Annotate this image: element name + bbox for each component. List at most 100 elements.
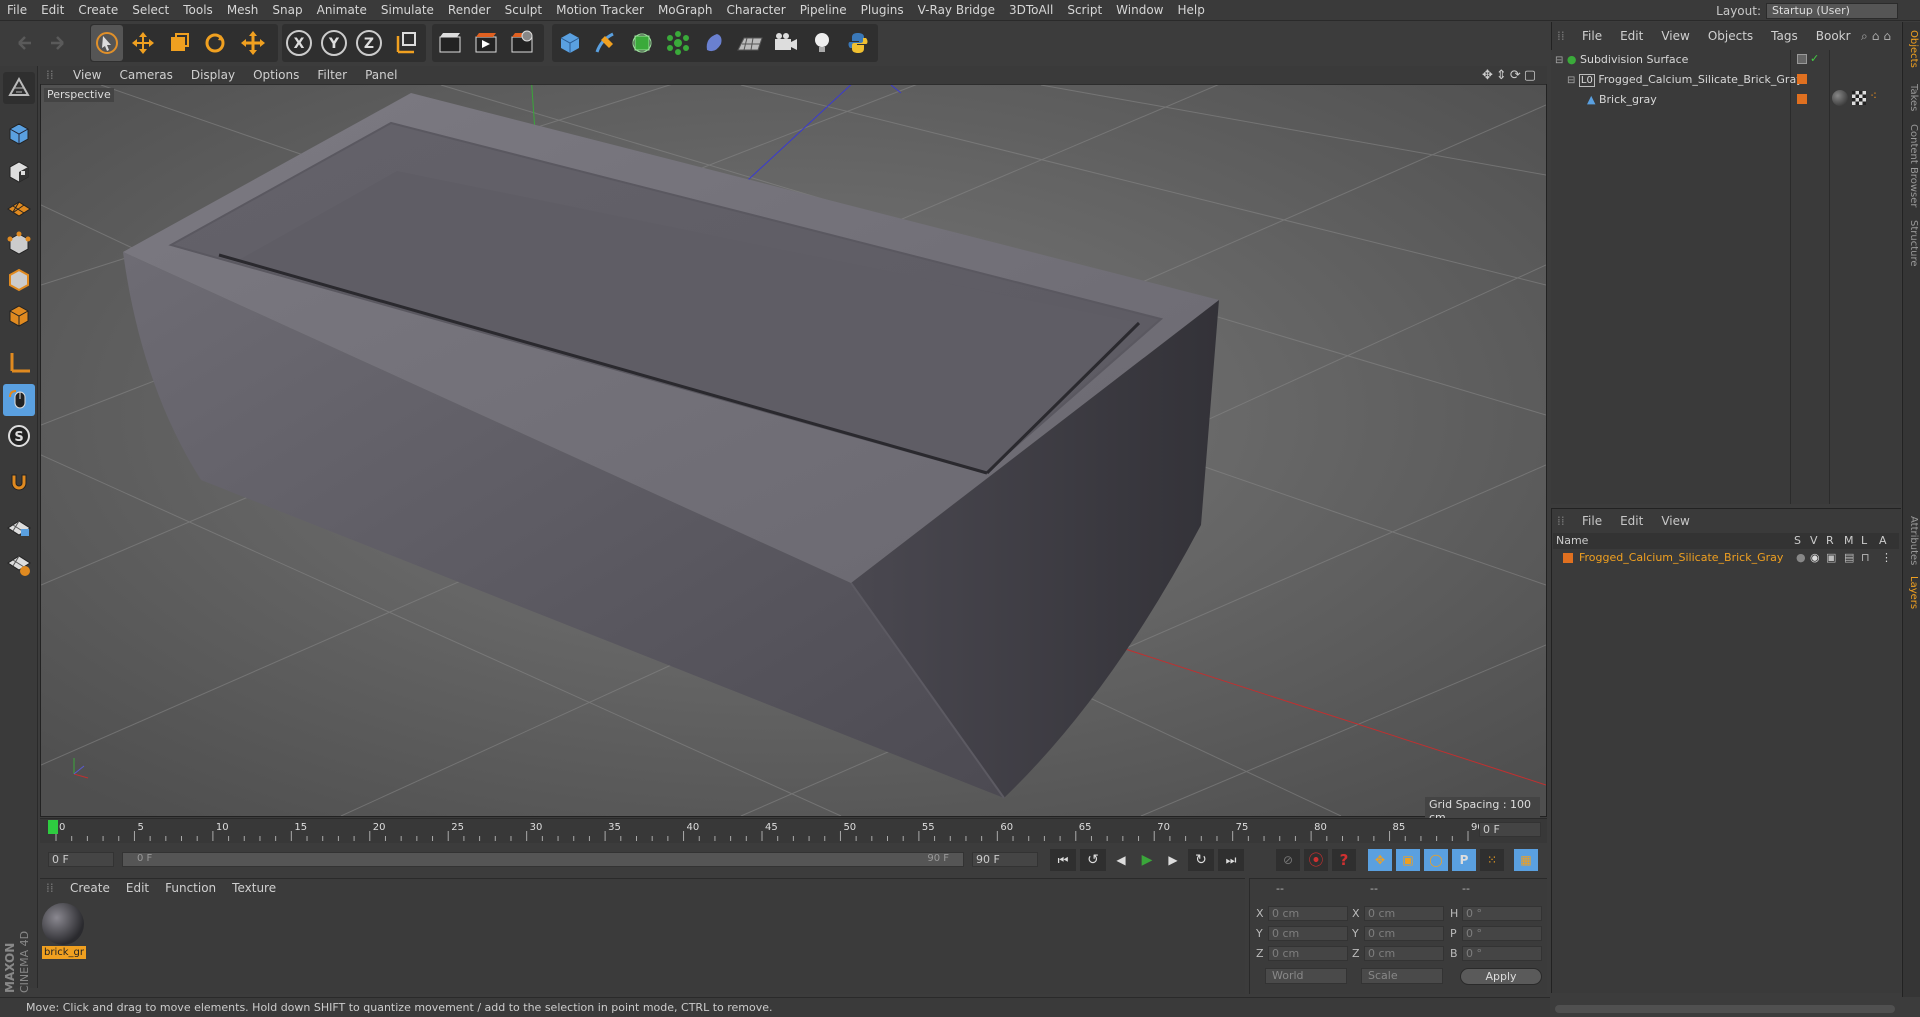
obj-search-icons[interactable]: ⌕⌂⌂: [1861, 29, 1901, 44]
collapse-icon[interactable]: ⊟: [1567, 75, 1575, 86]
coordinate-system-icon[interactable]: [390, 25, 422, 61]
floor-icon[interactable]: [734, 25, 766, 61]
layer-color-swatch[interactable]: [1797, 94, 1807, 104]
magnet-icon[interactable]: [3, 466, 35, 498]
transform-icon[interactable]: [237, 25, 269, 61]
menu-simulate[interactable]: Simulate: [374, 0, 441, 21]
layer-scrollbar[interactable]: [1555, 1005, 1895, 1013]
render-icon[interactable]: ▣: [1826, 549, 1836, 567]
mat-menu-function[interactable]: Function: [157, 881, 224, 895]
vp-menu-options[interactable]: Options: [244, 68, 308, 82]
subdivision-surface-icon[interactable]: [626, 25, 658, 61]
lock-workplane-icon[interactable]: [3, 510, 35, 542]
menu-motion-tracker[interactable]: Motion Tracker: [549, 0, 651, 21]
axis-mode-icon[interactable]: [3, 346, 35, 378]
menu-render[interactable]: Render: [441, 0, 498, 21]
obj-menu-bookmarks[interactable]: Bookr: [1807, 29, 1860, 43]
axis-x-button[interactable]: X: [283, 25, 315, 61]
phong-tag-icon[interactable]: ⁖: [1870, 89, 1877, 103]
edges-mode-icon[interactable]: [3, 264, 35, 296]
render-settings-icon[interactable]: [506, 25, 538, 61]
menu-pipeline[interactable]: Pipeline: [793, 0, 854, 21]
timeline-window-icon[interactable]: ▦: [1514, 849, 1538, 871]
next-key-icon[interactable]: ↻: [1188, 849, 1214, 871]
collapse-icon[interactable]: ⊟: [1555, 55, 1563, 66]
coord-mode-select[interactable]: World: [1265, 968, 1347, 984]
menu-character[interactable]: Character: [719, 0, 792, 21]
menu-sculpt[interactable]: Sculpt: [498, 0, 549, 21]
menu-3dtoall[interactable]: 3DToAll: [1002, 0, 1060, 21]
menu-mesh[interactable]: Mesh: [220, 0, 266, 21]
object-row[interactable]: ▲ Brick_gray: [1555, 91, 1791, 109]
python-icon[interactable]: [842, 25, 874, 61]
snap-icon[interactable]: S: [3, 420, 35, 452]
rot-b-field[interactable]: 0 °: [1462, 946, 1542, 961]
move-icon[interactable]: [127, 25, 159, 61]
play-icon[interactable]: ▶: [1136, 849, 1158, 871]
go-to-end-icon[interactable]: ⏭: [1218, 849, 1244, 871]
lock-icon[interactable]: ⊓: [1861, 549, 1870, 567]
menu-help[interactable]: Help: [1170, 0, 1211, 21]
obj-menu-view[interactable]: View: [1652, 29, 1698, 43]
layer-color-swatch[interactable]: [1797, 54, 1807, 64]
rot-h-field[interactable]: 0 °: [1462, 906, 1542, 921]
key-parameter-icon[interactable]: P: [1452, 849, 1476, 871]
layer-color-swatch[interactable]: [1797, 74, 1807, 84]
menu-window[interactable]: Window: [1109, 0, 1170, 21]
enabled-check-icon[interactable]: ✓: [1810, 52, 1819, 65]
workplane-align-icon[interactable]: [3, 548, 35, 580]
points-mode-icon[interactable]: [3, 228, 35, 260]
menu-snap[interactable]: Snap: [265, 0, 309, 21]
playhead-marker[interactable]: [48, 820, 58, 834]
solo-icon[interactable]: ●: [1796, 549, 1806, 567]
workplane-icon[interactable]: [3, 191, 35, 223]
tab-objects[interactable]: Objects: [1903, 30, 1919, 68]
uvw-tag-icon[interactable]: [1852, 91, 1866, 105]
visible-icon[interactable]: ◉: [1810, 549, 1820, 567]
polygons-mode-icon[interactable]: [3, 300, 35, 332]
size-x-field[interactable]: 0 cm: [1364, 906, 1444, 921]
previous-frame-icon[interactable]: ◀: [1110, 849, 1132, 871]
layer-menu-edit[interactable]: Edit: [1611, 514, 1652, 528]
mat-menu-edit[interactable]: Edit: [118, 881, 157, 895]
material-swatch[interactable]: brick_gr: [42, 903, 86, 963]
vp-menu-panel[interactable]: Panel: [356, 68, 406, 82]
light-icon[interactable]: [806, 25, 838, 61]
start-frame-field[interactable]: 0 F: [48, 852, 114, 867]
viewport-3d-scene[interactable]: [41, 85, 1546, 816]
mat-menu-create[interactable]: Create: [62, 881, 118, 895]
axis-y-button[interactable]: Y: [318, 25, 350, 61]
end-frame-field[interactable]: 90 F: [972, 852, 1038, 867]
menu-animate[interactable]: Animate: [310, 0, 374, 21]
axis-z-button[interactable]: Z: [353, 25, 385, 61]
layer-menu-view[interactable]: View: [1652, 514, 1698, 528]
cloner-icon[interactable]: [662, 25, 694, 61]
animation-icon[interactable]: ⋮: [1881, 549, 1892, 567]
vp-menu-view[interactable]: View: [64, 68, 110, 82]
pos-y-field[interactable]: 0 cm: [1268, 926, 1348, 941]
render-picture-viewer-icon[interactable]: [470, 25, 502, 61]
size-z-field[interactable]: 0 cm: [1364, 946, 1444, 961]
layer-row[interactable]: Frogged_Calcium_Silicate_Brick_Gray ● ◉ …: [1553, 549, 1899, 567]
tab-structure[interactable]: Structure: [1903, 220, 1919, 267]
texture-mode-icon[interactable]: [3, 156, 35, 188]
menu-edit[interactable]: Edit: [34, 0, 71, 21]
camera-icon[interactable]: [770, 25, 802, 61]
make-editable-icon[interactable]: [3, 72, 35, 104]
previous-key-icon[interactable]: ↺: [1080, 849, 1106, 871]
manager-icon[interactable]: ▤: [1844, 549, 1854, 567]
rot-p-field[interactable]: 0 °: [1462, 926, 1542, 941]
go-to-start-icon[interactable]: ⏮: [1050, 849, 1076, 871]
pos-x-field[interactable]: 0 cm: [1268, 906, 1348, 921]
tab-attributes[interactable]: Attributes: [1903, 516, 1919, 565]
pos-z-field[interactable]: 0 cm: [1268, 946, 1348, 961]
tab-content-browser[interactable]: Content Browser: [1903, 124, 1919, 207]
next-frame-icon[interactable]: ▶: [1162, 849, 1184, 871]
viewport-nav-icons[interactable]: ✥⇕⟳▢: [1482, 68, 1547, 83]
deformer-icon[interactable]: [698, 25, 730, 61]
obj-menu-tags[interactable]: Tags: [1762, 29, 1807, 43]
key-scale-icon[interactable]: ▣: [1396, 849, 1420, 871]
apply-button[interactable]: Apply: [1460, 968, 1542, 985]
range-slider[interactable]: 0 F 90 F: [122, 852, 964, 867]
menu-tools[interactable]: Tools: [176, 0, 220, 21]
